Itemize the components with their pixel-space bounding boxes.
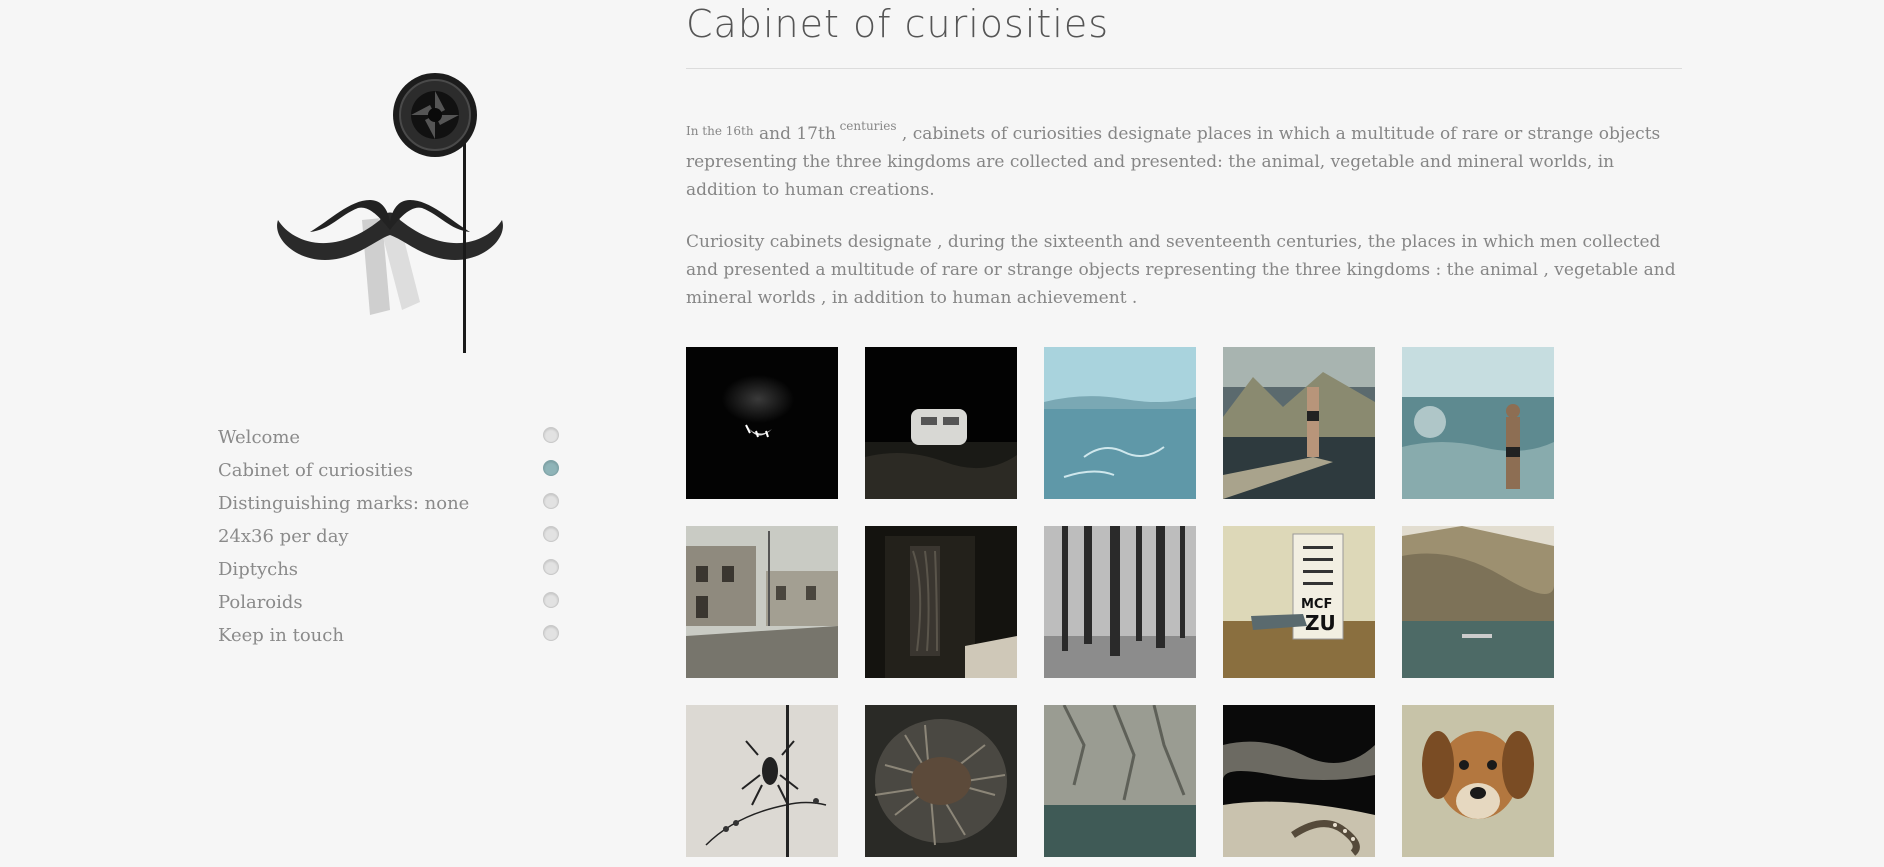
intro-prefix: In the 16th	[686, 124, 754, 138]
dog-snarl-photo[interactable]	[686, 347, 838, 499]
nest-twigs-photo[interactable]	[865, 705, 1017, 857]
nav-item-label: Diptychs	[218, 559, 299, 580]
page-title: Cabinet of curiosities	[686, 0, 1682, 69]
site-navigation: Welcome Cabinet of curiosities Distingui…	[218, 424, 562, 655]
eye-chart-desk-photo[interactable]: MCF ZU	[1223, 526, 1375, 678]
nav-item-24x36-per-day[interactable]: 24x36 per day	[218, 523, 562, 556]
nav-dot-icon[interactable]	[543, 559, 559, 575]
man-in-water-photo[interactable]	[1402, 347, 1554, 499]
nav-item-label: Polaroids	[218, 592, 303, 613]
intro-sup: centuries	[835, 119, 897, 133]
nav-item-label: Keep in touch	[218, 625, 344, 646]
nav-item-cabinet-of-curiosities[interactable]: Cabinet of curiosities	[218, 457, 562, 490]
intro-mid: and 17th	[753, 124, 836, 144]
nav-item-welcome[interactable]: Welcome	[218, 424, 562, 457]
nav-item-label: Distinguishing marks: none	[218, 493, 470, 514]
nav-dot-icon-active[interactable]	[543, 460, 559, 476]
nav-dot-icon[interactable]	[543, 526, 559, 542]
nav-item-keep-in-touch[interactable]: Keep in touch	[218, 622, 562, 655]
logo-graphic	[277, 73, 503, 353]
nav-item-distinguishing-marks[interactable]: Distinguishing marks: none	[218, 490, 562, 523]
insect-on-stem-photo[interactable]	[686, 705, 838, 857]
man-on-pier-photo[interactable]	[1223, 347, 1375, 499]
nav-dot-icon[interactable]	[543, 427, 559, 443]
nav-item-label: Welcome	[218, 427, 301, 448]
octopus-rocks-photo[interactable]	[1223, 705, 1375, 857]
dog-portrait-photo[interactable]	[1402, 705, 1554, 857]
monocle-mustache-logo[interactable]	[270, 70, 510, 360]
nav-dot-icon[interactable]	[543, 493, 559, 509]
caravan-night-photo[interactable]	[865, 347, 1017, 499]
nav-item-diptychs[interactable]: Diptychs	[218, 556, 562, 589]
mountain-lake-photo[interactable]	[1402, 526, 1554, 678]
nav-item-label: Cabinet of curiosities	[218, 460, 413, 481]
nav-dot-icon[interactable]	[543, 625, 559, 641]
dark-wardrobe-photo[interactable]	[865, 526, 1017, 678]
bare-forest-photo[interactable]	[1044, 526, 1196, 678]
nav-dot-icon[interactable]	[543, 592, 559, 608]
village-street-photo[interactable]	[686, 526, 838, 678]
intro-paragraph: In the 16th and 17th centuries , cabinet…	[686, 112, 1682, 204]
main-content: Cabinet of curiosities In the 16th and 1…	[686, 0, 1682, 857]
second-paragraph: Curiosity cabinets designate , during th…	[686, 232, 1676, 308]
blue-sea-photo[interactable]	[1044, 347, 1196, 499]
rock-cliff-water-photo[interactable]	[1044, 705, 1196, 857]
nav-item-polaroids[interactable]: Polaroids	[218, 589, 562, 622]
eye-chart-line-1: MCF	[1301, 597, 1332, 612]
nav-item-label: 24x36 per day	[218, 526, 349, 547]
eye-chart-line-2: ZU	[1305, 611, 1336, 635]
